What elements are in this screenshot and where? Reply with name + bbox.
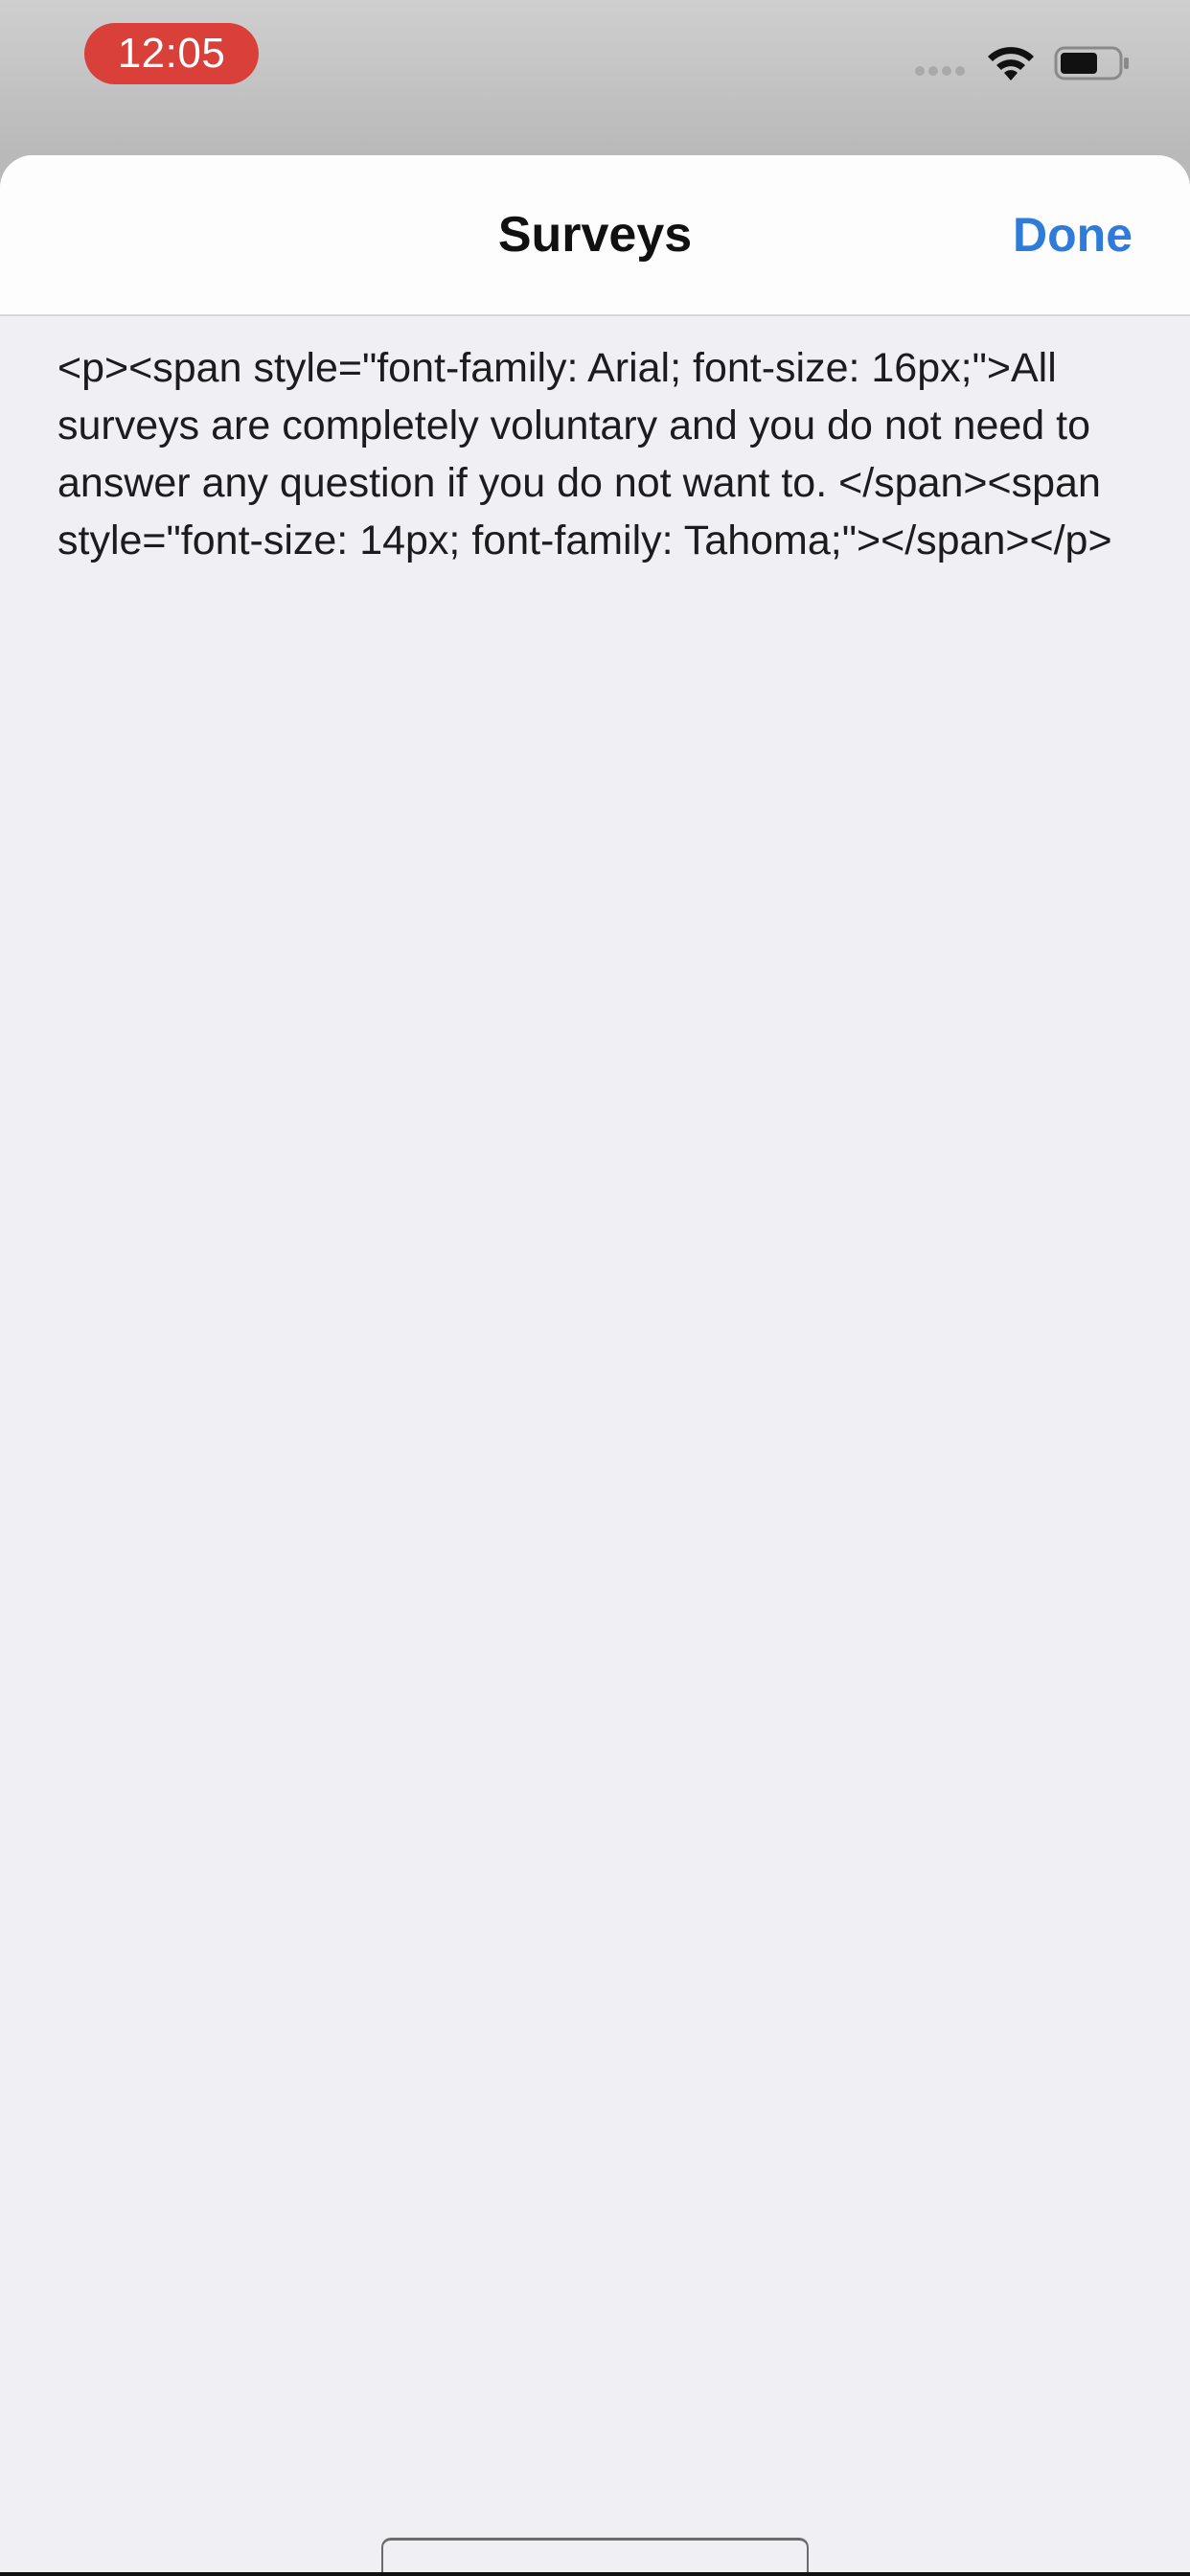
screen: 12:05 Surveys Done <p><span style="font-… (0, 0, 1190, 2576)
surveys-sheet: Surveys Done <p><span style="font-family… (0, 155, 1190, 2576)
navigation-bar: Surveys Done (0, 155, 1190, 316)
page-title: Surveys (497, 207, 693, 263)
done-button[interactable]: Done (1013, 155, 1133, 314)
status-time[interactable]: 12:05 (84, 23, 259, 84)
cellular-signal-icon (915, 63, 973, 77)
wifi-icon (988, 47, 1034, 80)
home-indicator[interactable] (381, 2538, 809, 2576)
screen-bottom-edge (0, 2572, 1190, 2576)
battery-icon (1054, 46, 1129, 80)
survey-info-text: <p><span style="font-family: Arial; font… (57, 345, 1112, 564)
status-bar: 12:05 (0, 0, 1190, 153)
